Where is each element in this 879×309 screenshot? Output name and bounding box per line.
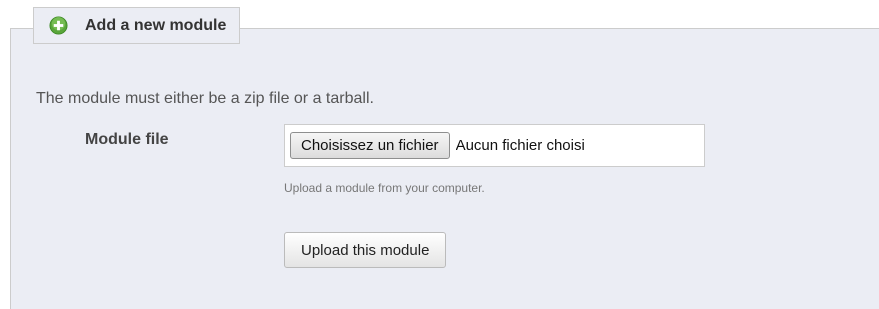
upload-module-button[interactable]: Upload this module — [284, 232, 447, 268]
choose-file-button[interactable]: Choisissez un fichier — [290, 132, 450, 159]
module-file-input[interactable]: Choisissez un fichier Aucun fichier choi… — [284, 124, 705, 167]
add-icon — [49, 16, 68, 35]
module-file-label: Module file — [85, 131, 169, 148]
module-format-hint: The module must either be a zip file or … — [36, 90, 374, 107]
panel-legend: Add a new module — [33, 7, 241, 44]
panel-title: Add a new module — [85, 16, 227, 34]
file-status-text: Aucun fichier choisi — [455, 137, 585, 154]
upload-help-text: Upload a module from your computer. — [284, 181, 485, 195]
